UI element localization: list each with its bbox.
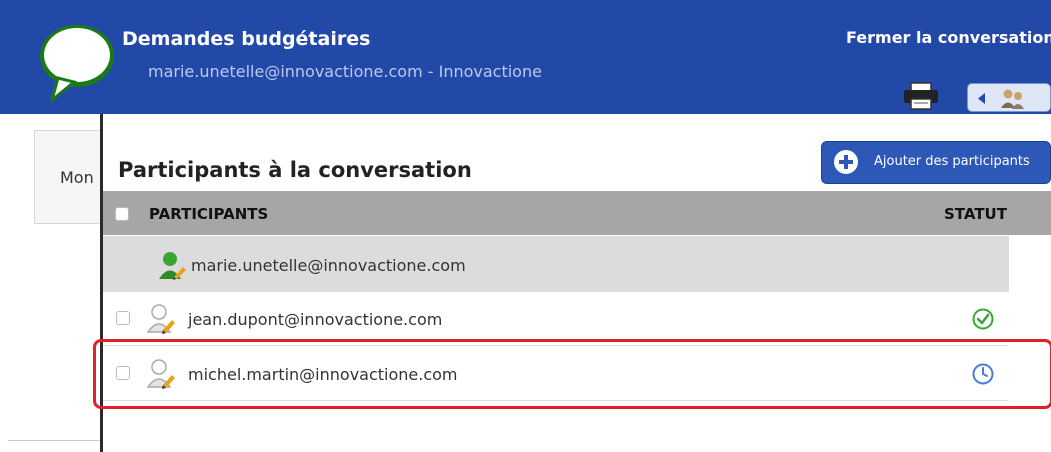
participant-email: marie.unetelle@innovactione.com	[191, 256, 466, 275]
user-green-edit-icon	[158, 250, 186, 280]
dialog-title: Participants à la conversation	[118, 158, 472, 182]
group-users-icon	[1001, 89, 1024, 109]
plus-circle-icon	[834, 150, 858, 174]
divider	[8, 440, 104, 441]
conversation-title: Demandes budgétaires	[122, 28, 371, 50]
chat-bubble-icon	[38, 20, 116, 102]
participants-panel-toggle-button[interactable]	[967, 83, 1051, 112]
select-all-checkbox[interactable]	[115, 207, 129, 221]
app-header	[0, 0, 1051, 114]
column-header-participants: PARTICIPANTS	[149, 205, 269, 223]
add-participants-label: Ajouter des participants	[874, 154, 1030, 169]
highlight-box	[93, 339, 1051, 409]
participant-email: jean.dupont@innovactione.com	[188, 310, 443, 329]
user-grey-edit-icon	[146, 303, 176, 334]
column-header-status: STATUT	[944, 205, 1007, 223]
accepted-check-icon	[972, 308, 994, 330]
printer-icon[interactable]	[902, 82, 940, 110]
row-checkbox[interactable]	[116, 311, 130, 325]
conversation-subtitle: marie.unetelle@innovactione.com - Innova…	[148, 62, 542, 81]
close-conversation-link[interactable]: Fermer la conversation	[846, 28, 1051, 47]
add-participants-button[interactable]: Ajouter des participants	[821, 141, 1051, 184]
background-panel-label: Mon	[60, 168, 94, 187]
